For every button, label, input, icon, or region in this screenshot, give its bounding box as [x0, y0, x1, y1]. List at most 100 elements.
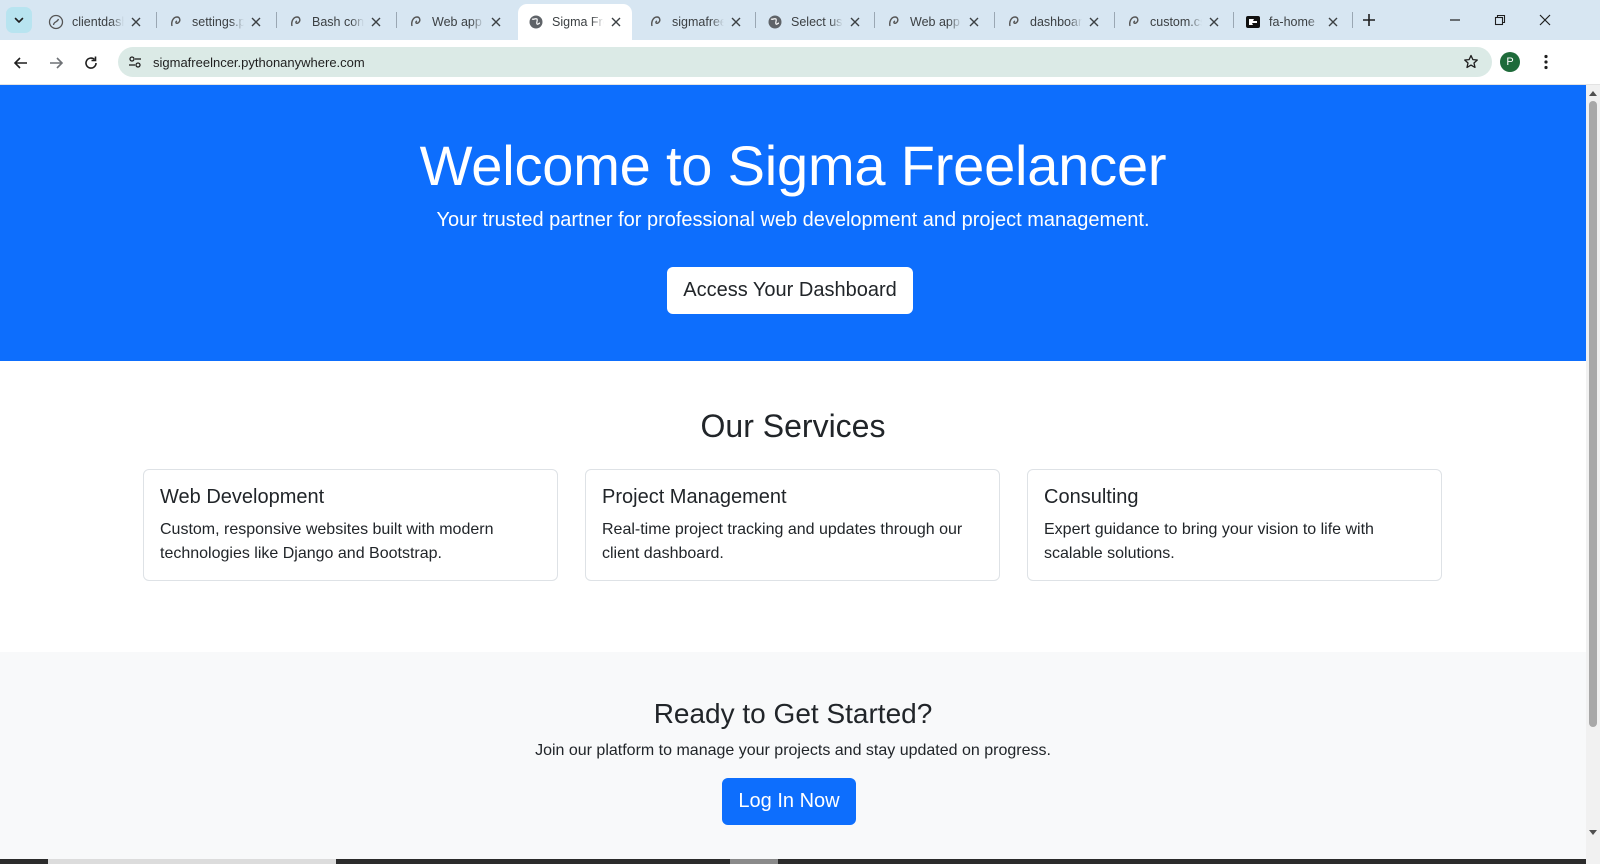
service-card-title: Consulting: [1044, 486, 1139, 508]
hero-subtitle: Your trusted partner for professional we…: [436, 209, 1150, 231]
services-heading: Our Services: [700, 408, 886, 444]
browser-tab[interactable]: sigmafree: [638, 4, 752, 40]
browser-tab[interactable]: dashboar: [996, 4, 1110, 40]
close-icon[interactable]: [1086, 14, 1102, 30]
close-icon[interactable]: [1325, 14, 1341, 30]
pythonanywhere-icon: [168, 14, 184, 30]
close-icon[interactable]: [128, 14, 144, 30]
browser-tab[interactable]: settings.p: [158, 4, 272, 40]
service-card-text: Custom, responsive websites built with m…: [160, 521, 494, 562]
service-card-web-development: Web Development Custom, responsive websi…: [143, 469, 558, 581]
arrow-left-icon: [13, 57, 27, 69]
browser-tab[interactable]: Web app: [398, 4, 512, 40]
browser-tab-active[interactable]: Sigma Fre: [518, 4, 632, 40]
access-dashboard-button[interactable]: Access Your Dashboard: [667, 267, 913, 314]
service-card-title: Project Management: [602, 486, 787, 508]
pythonanywhere-icon: [288, 14, 304, 30]
new-tab-button[interactable]: [1358, 9, 1380, 31]
bookmark-star-icon[interactable]: [1462, 53, 1480, 71]
tab-title: Sigma Fre: [552, 15, 604, 29]
get-started-text: Join our platform to manage your project…: [535, 742, 1051, 759]
scroll-down-arrow-icon[interactable]: [1586, 827, 1600, 839]
minimize-button[interactable]: [1440, 6, 1470, 34]
page-viewport: Welcome to Sigma Freelancer Your trusted…: [0, 85, 1586, 864]
vertical-scrollbar[interactable]: [1586, 85, 1600, 864]
reload-icon: [85, 56, 97, 69]
globe-icon: [767, 14, 783, 30]
taskbar-segment: [730, 859, 778, 864]
back-button[interactable]: [8, 50, 34, 76]
service-card-title: Web Development: [160, 486, 325, 508]
pythonanywhere-icon: [408, 14, 424, 30]
close-icon[interactable]: [368, 14, 384, 30]
browser-tab[interactable]: Bash con: [278, 4, 392, 40]
address-bar[interactable]: sigmafreelncer.pythonanywhere.com: [118, 47, 1492, 77]
restore-button[interactable]: [1485, 6, 1515, 34]
browser-tab[interactable]: Web app: [876, 4, 990, 40]
close-icon[interactable]: [608, 14, 624, 30]
globe-icon: [528, 14, 544, 30]
tab-separator: [276, 12, 277, 28]
tab-separator: [1114, 12, 1115, 28]
close-icon[interactable]: [847, 14, 863, 30]
pythonanywhere-icon: [886, 14, 902, 30]
service-card-text: Expert guidance to bring your vision to …: [1044, 521, 1374, 562]
tab-title: custom.cs: [1150, 15, 1202, 29]
pythonanywhere-icon: [1126, 14, 1142, 30]
chevron-down-icon: [14, 17, 24, 23]
taskbar-segment: [48, 859, 336, 864]
scrollbar-thumb[interactable]: [1589, 101, 1597, 727]
close-icon[interactable]: [1206, 14, 1222, 30]
service-card-consulting: Consulting Expert guidance to bring your…: [1027, 469, 1442, 581]
tab-title: sigmafree: [672, 15, 724, 29]
tab-separator: [874, 12, 875, 28]
browser-tab[interactable]: clientdash: [38, 4, 152, 40]
tab-separator: [994, 12, 995, 28]
reload-button[interactable]: [78, 50, 104, 76]
tab-search-button[interactable]: [6, 7, 32, 33]
tab-title: Web app: [910, 15, 960, 29]
pythonanywhere-icon: [1006, 14, 1022, 30]
close-icon: [1539, 14, 1551, 26]
browser-menu-button[interactable]: [1536, 51, 1556, 73]
close-icon[interactable]: [488, 14, 504, 30]
close-icon[interactable]: [966, 14, 982, 30]
tab-title: settings.p: [192, 15, 244, 29]
url-text[interactable]: sigmafreelncer.pythonanywhere.com: [153, 55, 365, 70]
scroll-up-arrow-icon[interactable]: [1586, 87, 1600, 99]
log-in-now-button[interactable]: Log In Now: [722, 778, 856, 825]
close-window-button[interactable]: [1530, 6, 1560, 34]
service-card-text: Real-time project tracking and updates t…: [602, 521, 963, 562]
forward-button[interactable]: [43, 50, 69, 76]
get-started-section: Ready to Get Started? Join our platform …: [0, 652, 1586, 864]
close-icon[interactable]: [248, 14, 264, 30]
more-vertical-icon: [1544, 54, 1548, 70]
hero-section: Welcome to Sigma Freelancer Your trusted…: [0, 85, 1586, 361]
tab-separator: [755, 12, 756, 28]
tab-title: clientdash: [72, 15, 124, 29]
tab-title: Select use: [791, 15, 843, 29]
browser-tab[interactable]: custom.cs: [1116, 4, 1230, 40]
profile-avatar[interactable]: P: [1500, 52, 1520, 72]
tab-title: Bash con: [312, 15, 364, 29]
minimize-icon: [1450, 19, 1460, 21]
pythonanywhere-icon: [48, 14, 64, 30]
tab-separator: [156, 12, 157, 28]
taskbar-edge: [0, 859, 1586, 864]
close-icon[interactable]: [728, 14, 744, 30]
tab-title: Web app: [432, 15, 482, 29]
browser-tab-strip: clientdash settings.p Bash con Web app S…: [0, 0, 1600, 40]
tab-title: dashboar: [1030, 15, 1082, 29]
browser-tab[interactable]: Select use: [757, 4, 871, 40]
tab-separator: [1352, 12, 1353, 28]
pythonanywhere-icon: [648, 14, 664, 30]
get-started-heading: Ready to Get Started?: [653, 698, 933, 729]
restore-icon: [1494, 14, 1506, 26]
service-card-project-management: Project Management Real-time project tra…: [585, 469, 1000, 581]
browser-tab[interactable]: fa-home: [1235, 4, 1349, 40]
tab-title: fa-home: [1269, 15, 1315, 29]
fontawesome-icon: [1245, 14, 1261, 30]
browser-toolbar: sigmafreelncer.pythonanywhere.com P: [0, 40, 1600, 85]
site-info-icon[interactable]: [120, 47, 150, 77]
hero-title: Welcome to Sigma Freelancer: [419, 134, 1167, 197]
